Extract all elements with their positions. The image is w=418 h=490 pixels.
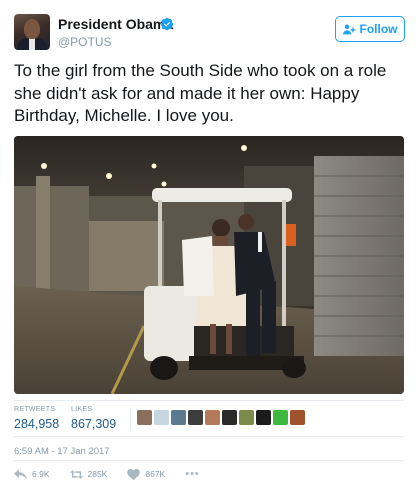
liker-avatar[interactable] [154,410,169,425]
heart-icon [127,468,141,480]
tweet-timestamp[interactable]: 6:59 AM - 17 Jan 2017 [14,446,110,457]
liker-avatar[interactable] [171,410,186,425]
likes-label: LIKES [71,406,93,413]
author-avatar[interactable] [14,14,50,50]
liker-avatar[interactable] [137,410,152,425]
like-count: 867K [145,469,166,479]
reply-icon [14,468,27,479]
liker-avatar[interactable] [256,410,271,425]
retweet-button[interactable]: 285K [69,469,108,480]
like-button[interactable]: 867K [127,468,166,480]
retweet-count: 285K [87,469,108,479]
reply-count: 6.9K [32,469,50,479]
add-user-icon [342,24,355,34]
author-handle[interactable]: @POTUS [58,35,112,49]
stats-divider [130,408,131,430]
divider [14,436,404,437]
liker-avatar[interactable] [222,410,237,425]
retweet-icon [69,469,83,479]
retweets-count[interactable]: 284,958 [14,417,59,431]
reply-button[interactable]: 6.9K [14,468,50,480]
retweets-label: RETWEETS [14,406,56,413]
tweet-text: To the girl from the South Side who took… [14,61,387,125]
tweet-actions: 6.9K 285K 867K ••• [14,468,200,480]
author-name[interactable]: President Obama [58,16,173,32]
likes-count[interactable]: 867,309 [71,417,116,431]
liker-avatar[interactable] [188,410,203,425]
liker-avatar[interactable] [239,410,254,425]
liker-avatar[interactable] [290,410,305,425]
more-options-icon[interactable]: ••• [185,468,200,480]
liker-avatar[interactable] [273,410,288,425]
tweet-card: President Obama @POTUS Follow To the gir… [0,0,418,490]
liker-avatars [137,410,305,425]
follow-button[interactable]: Follow [335,16,405,42]
divider [14,400,404,401]
liker-avatar[interactable] [205,410,220,425]
verified-badge-icon [160,17,174,31]
tweet-photo[interactable] [14,136,404,394]
photo-image [14,136,404,394]
divider [14,460,404,461]
follow-label: Follow [359,22,398,36]
